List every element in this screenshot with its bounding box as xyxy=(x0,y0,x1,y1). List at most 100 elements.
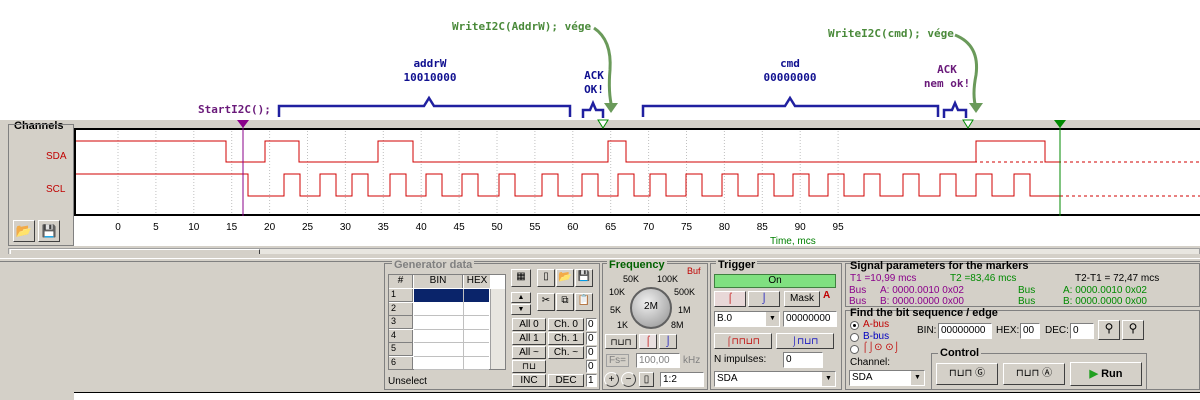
page-button[interactable]: ▯ xyxy=(639,372,654,387)
dec-label: DEC: xyxy=(1045,325,1069,336)
generator-new-button[interactable]: ▯ xyxy=(537,269,555,287)
frequency-title: Frequency xyxy=(607,259,667,271)
rising-edge-button[interactable]: ⌠ xyxy=(639,334,657,349)
all1-button[interactable]: All 1 xyxy=(512,332,546,345)
generator-down-button[interactable]: ▼ xyxy=(511,304,531,315)
addr-brace xyxy=(277,95,572,117)
count-1[interactable]: 0 xyxy=(586,332,597,345)
dt-readout: T2-T1 = 72,47 mcs xyxy=(1075,273,1160,284)
generator-unselect[interactable]: Unselect xyxy=(388,376,427,387)
zoom-out-button[interactable]: − xyxy=(621,372,636,387)
generator-row-line xyxy=(414,355,489,357)
generator-col-line xyxy=(463,289,464,369)
channel-label-sda: SDA xyxy=(46,151,67,162)
dial-label-8m: 8M xyxy=(671,320,684,330)
bus-label-3: Bus xyxy=(1018,285,1036,296)
generator-row-num[interactable]: 3 xyxy=(389,316,413,329)
generator-header-num: # xyxy=(389,275,413,288)
trigger-alert-icon: A xyxy=(823,290,831,301)
generator-selected-cell[interactable] xyxy=(414,289,489,302)
generator-row-line xyxy=(414,315,489,316)
write-addr-arrowhead xyxy=(604,103,618,113)
edge-radio[interactable] xyxy=(850,345,859,354)
fs-input[interactable]: 100,00 xyxy=(636,353,680,368)
generator-row-num[interactable]: 5 xyxy=(389,343,413,356)
generator-save-button[interactable]: 💾 xyxy=(575,269,593,287)
control-title: Control xyxy=(938,347,982,359)
trigger-channel-arrow[interactable]: ▼ xyxy=(822,372,835,386)
dial-label-500k: 500K xyxy=(674,287,696,297)
trigger-mask-button[interactable]: Mask xyxy=(784,291,820,307)
generator-open-button[interactable]: 📂 xyxy=(556,269,574,287)
open-file-button[interactable]: 📂 xyxy=(13,220,35,242)
hex-input[interactable]: 00 xyxy=(1020,323,1040,339)
write-cmd-arrowhead xyxy=(969,103,983,113)
b-bus-radio[interactable] xyxy=(850,333,859,342)
dec-button[interactable]: DEC xyxy=(548,374,584,387)
annotation-ack2-status: nem ok! xyxy=(923,77,971,90)
ch1-button[interactable]: Ch. 1 xyxy=(548,332,584,345)
inc-button[interactable]: INC xyxy=(512,374,546,387)
annotation-cmd-bits: 00000000 xyxy=(763,71,817,84)
bin-input[interactable]: 00000000 xyxy=(938,323,992,339)
ack2-brace xyxy=(942,99,968,118)
bus-a-1: A: 0000.0010 0x02 xyxy=(880,285,964,296)
trigger-rising-button[interactable]: ⌠ xyxy=(714,291,746,307)
generator-row-num[interactable]: 2 xyxy=(389,302,413,316)
generator-table-scrollbar[interactable] xyxy=(490,289,505,369)
generator-table-icon[interactable]: ▦ xyxy=(511,269,531,287)
trigger-title: Trigger xyxy=(716,259,758,271)
a-bus-radio[interactable] xyxy=(850,321,859,330)
trigger-channel-select[interactable]: SDA xyxy=(714,371,836,387)
analyzer-run-button[interactable]: ⊓⊔⊓ Ⓐ xyxy=(1003,363,1065,385)
zoom-select[interactable]: 1:2 xyxy=(660,372,704,387)
bus-b-2: B: 0000.0000 0x00 xyxy=(1063,296,1147,307)
generator-header-bin: BIN xyxy=(414,275,463,288)
trigger-pattern-2-button[interactable]: ⌡⊓⊔⊓ xyxy=(776,333,834,349)
generator-paste-button[interactable]: 📋 xyxy=(575,293,593,311)
generator-row-num[interactable]: 4 xyxy=(389,329,413,343)
generator-row-num[interactable]: 1 xyxy=(389,289,413,302)
ch0-button[interactable]: Ch. 0 xyxy=(548,318,584,331)
trigger-bit-select-arrow[interactable]: ▼ xyxy=(766,312,779,326)
find-channel-arrow[interactable]: ▼ xyxy=(911,371,924,385)
generator-run-button[interactable]: ⊓⊔⊓ Ⓖ xyxy=(936,363,998,385)
t2-readout: T2 =83,46 mcs xyxy=(950,273,1017,284)
trigger-falling-button[interactable]: ⌡ xyxy=(748,291,780,307)
ch-invert-button[interactable]: Ch. ~ xyxy=(548,346,584,359)
trigger-on-button[interactable]: On xyxy=(714,274,836,288)
dial-label-5k: 5K xyxy=(610,305,622,315)
dial-label-100k: 100K xyxy=(657,274,679,284)
bus-b-1: B: 0000.0000 0x00 xyxy=(880,296,964,307)
bottom-plot-strip xyxy=(74,392,1200,400)
cmd-brace xyxy=(641,95,940,117)
find-next-button[interactable]: ⚲ xyxy=(1122,320,1144,340)
run-button[interactable]: ▶ Run xyxy=(1070,362,1142,386)
generator-cut-button[interactable]: ✂ xyxy=(537,293,555,311)
all0-button[interactable]: All 0 xyxy=(512,318,546,331)
a-bus-label: A-bus xyxy=(863,319,890,330)
ack1-brace xyxy=(581,99,605,118)
bus-label-2: Bus xyxy=(849,296,867,307)
n-impulses-input[interactable]: 0 xyxy=(783,352,823,368)
pattern-button[interactable]: ⊓⊔ xyxy=(512,360,546,373)
annotation-addr-bits: 10010000 xyxy=(403,71,457,84)
all-invert-button[interactable]: All ~ xyxy=(512,346,546,359)
count-4[interactable]: 1 xyxy=(586,374,597,387)
falling-edge-button[interactable]: ⌡ xyxy=(659,334,677,349)
save-file-button[interactable]: 💾 xyxy=(38,220,60,242)
generator-copy-button[interactable]: ⧉ xyxy=(556,293,574,311)
generator-row-num[interactable]: 6 xyxy=(389,356,413,370)
trigger-bit-value[interactable]: 00000000 xyxy=(783,311,837,327)
zoom-in-button[interactable]: + xyxy=(604,372,619,387)
generator-header-hex: HEX xyxy=(464,275,490,288)
count-3[interactable]: 0 xyxy=(586,360,597,373)
edge-icons[interactable]: ⌠⌡⊙ ⊙⌡ xyxy=(862,342,900,353)
count-0[interactable]: 0 xyxy=(586,318,597,331)
dec-input[interactable]: 0 xyxy=(1070,323,1094,339)
find-prev-button[interactable]: ⚲ xyxy=(1098,320,1120,340)
pulse-mode-button[interactable]: ⊓⊔⊓ xyxy=(605,334,637,349)
trigger-pattern-1-button[interactable]: ⌠⊓⊓⊔⊓ xyxy=(714,333,772,349)
count-2[interactable]: 0 xyxy=(586,346,597,359)
generator-up-button[interactable]: ▲ xyxy=(511,292,531,303)
